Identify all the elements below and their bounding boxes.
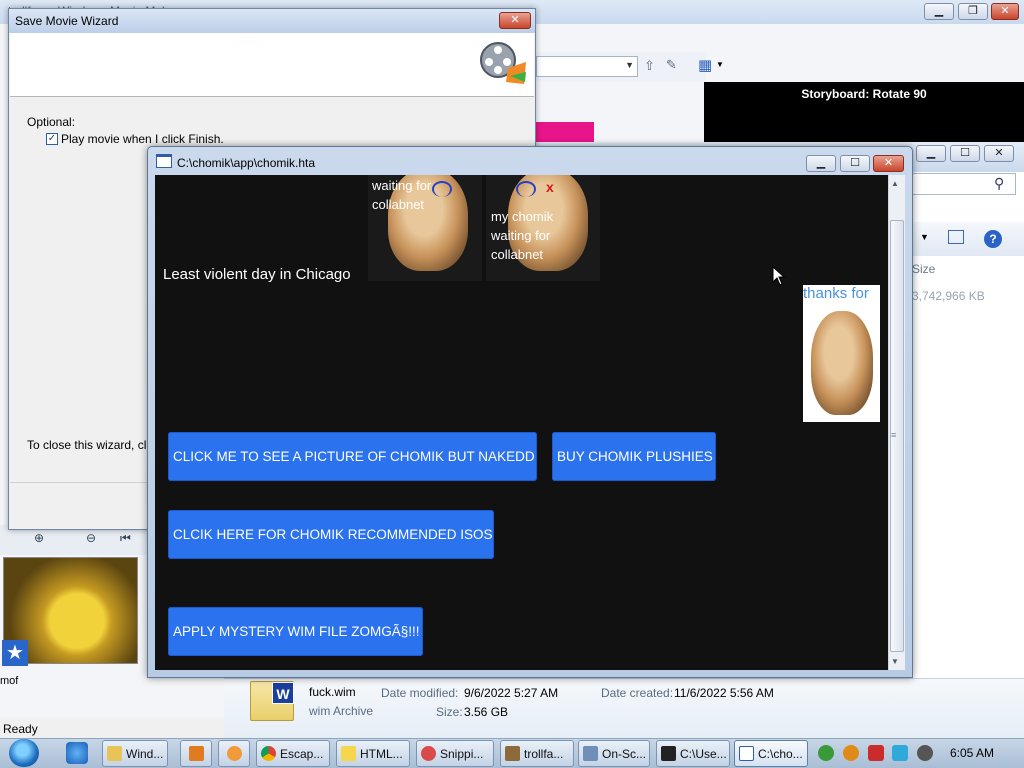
zoom-out-icon[interactable]: ⊖ (86, 531, 96, 545)
hamster-image (811, 311, 873, 415)
hta-window-icon (156, 154, 172, 168)
taskbar-item-paint[interactable] (218, 740, 250, 767)
buy-plushies-button[interactable]: BUY CHOMIK PLUSHIES (552, 432, 716, 481)
wizard-close-note: To close this wizard, click (27, 438, 162, 452)
taskbar-item-7zip[interactable]: C:\Use... (656, 740, 730, 767)
scroll-down-icon[interactable]: ▼ (891, 657, 899, 666)
naked-chomik-button[interactable]: CLICK ME TO SEE A PICTURE OF CHOMIK BUT … (168, 432, 537, 481)
chicago-text: Least violent day in Chicago (163, 266, 351, 283)
help-icon[interactable]: ? (984, 230, 1002, 248)
search-tray-icon[interactable] (843, 745, 859, 761)
wizard-close-button[interactable]: ✕ (499, 12, 531, 29)
preview-pane-icon[interactable] (948, 230, 964, 244)
network-icon[interactable] (818, 745, 834, 761)
internet-explorer-icon[interactable] (66, 742, 88, 764)
hta-icon (739, 746, 754, 761)
explorer-minimize-button[interactable]: ▁ (916, 145, 946, 162)
explorer-command-bar: ▼ (908, 222, 1024, 256)
hta-minimize-button[interactable]: ▁ (806, 155, 836, 172)
wizard-header (10, 33, 534, 97)
taskbar-item-html-help[interactable]: HTML... (336, 740, 410, 767)
taskbar-item-chrome[interactable]: Escap... (256, 740, 330, 767)
taskbar-item-movie-maker[interactable]: trollfa... (500, 740, 574, 767)
wizard-button-bar (10, 482, 148, 528)
wizard-title: Save Movie Wizard (15, 14, 119, 28)
optional-label: Optional: (27, 115, 76, 129)
play-movie-checkbox[interactable]: ✓ (46, 133, 58, 145)
zoom-in-icon[interactable]: ⊕ (34, 531, 44, 545)
thanks-picture (803, 285, 880, 422)
details-date-modified-value: 9/6/2022 5:27 AM (464, 686, 559, 700)
play-movie-label[interactable]: Play movie when I click Finish. (61, 132, 224, 146)
mouse-cursor-icon (772, 266, 786, 286)
wim-badge-icon: W (272, 682, 294, 704)
details-size-value: 3.56 GB (464, 705, 509, 719)
search-icon[interactable]: ⚲ (994, 175, 1004, 192)
new-folder-icon[interactable]: ✎ (666, 57, 677, 73)
taskbar-clock[interactable]: 6:05 AM (950, 746, 994, 760)
scroll-grip-icon: ≡ (891, 430, 897, 440)
close-button[interactable]: ✕ (991, 3, 1019, 20)
7zip-icon (661, 746, 676, 761)
recommended-isos-button[interactable]: CLCIK HERE FOR CHOMIK RECOMMENDED ISOS (168, 510, 494, 559)
hta-maximize-button[interactable]: ☐ (840, 155, 870, 172)
hta-title: C:\chomik\app\chomik.hta (177, 156, 316, 170)
hta-close-button[interactable]: ✕ (873, 155, 904, 172)
file-size-cell: 3,742,966 KB (912, 289, 985, 303)
thanks-text: thanks for (803, 285, 869, 302)
movie-maker-icon (505, 746, 520, 761)
column-header-size[interactable]: Size (912, 262, 935, 276)
red-mark: x (546, 179, 554, 195)
apply-wim-button[interactable]: APPLY MYSTERY WIM FILE ZOMGÃ§!!! (168, 607, 423, 656)
restore-button[interactable]: ❐ (958, 3, 988, 20)
star-icon: ★ (2, 640, 28, 666)
status-text: Ready (3, 722, 38, 736)
caption-waiting: waiting for collabnet (372, 178, 432, 212)
taskbar-item-snipping[interactable]: Snippi... (416, 740, 494, 767)
snipping-icon (421, 746, 436, 761)
film-reel-icon (480, 42, 526, 84)
paint-icon (227, 746, 242, 761)
media-player-icon (189, 746, 204, 761)
details-date-created-value: 11/6/2022 5:56 AM (674, 686, 774, 700)
up-folder-icon[interactable]: ⇧ (644, 58, 655, 74)
explorer-maximize-button[interactable]: ☐ (950, 145, 980, 162)
views-dropdown-icon[interactable]: ▼ (716, 60, 724, 69)
folder-icon (107, 746, 122, 761)
keyboard-icon (583, 746, 598, 761)
details-file-name: fuck.wim (309, 685, 356, 699)
views-chevron-down-icon[interactable]: ▼ (920, 232, 929, 242)
details-file-type: wim Archive (309, 704, 374, 718)
start-button[interactable] (9, 739, 39, 767)
views-icon[interactable]: ▦ (698, 56, 712, 74)
display-icon[interactable] (892, 745, 908, 761)
help-icon (341, 746, 356, 761)
clip-thumbnail-pink[interactable] (536, 122, 594, 144)
storyboard-label: Storyboard: Rotate 90 (801, 87, 927, 101)
details-date-created-label: Date created: (601, 686, 674, 700)
volume-icon[interactable] (917, 745, 933, 761)
ear-mark (516, 181, 536, 197)
chevron-down-icon: ▼ (625, 60, 634, 70)
taskbar-item-hta[interactable]: C:\cho... (734, 740, 808, 767)
taskbar-item-windows[interactable]: Wind... (102, 740, 168, 767)
taskbar-item-on-screen-keyboard[interactable]: On-Sc... (578, 740, 650, 767)
collection-combo[interactable]: ▼ (536, 56, 638, 77)
rewind-icon[interactable]: ⏮ (120, 531, 131, 546)
details-size-label: Size: (436, 705, 463, 719)
taskbar-item-media-player[interactable] (180, 740, 212, 767)
flag-icon[interactable] (868, 745, 884, 761)
clip-label: mof (0, 675, 19, 687)
caption-my-chomik: my chomik waiting for collabnet (491, 209, 554, 262)
details-date-modified-label: Date modified: (381, 686, 459, 700)
explorer-close-button[interactable]: ✕ (984, 145, 1014, 162)
minimize-button[interactable]: ▁ (924, 3, 954, 20)
chrome-icon (261, 746, 276, 761)
scroll-up-icon[interactable]: ▲ (891, 179, 899, 188)
